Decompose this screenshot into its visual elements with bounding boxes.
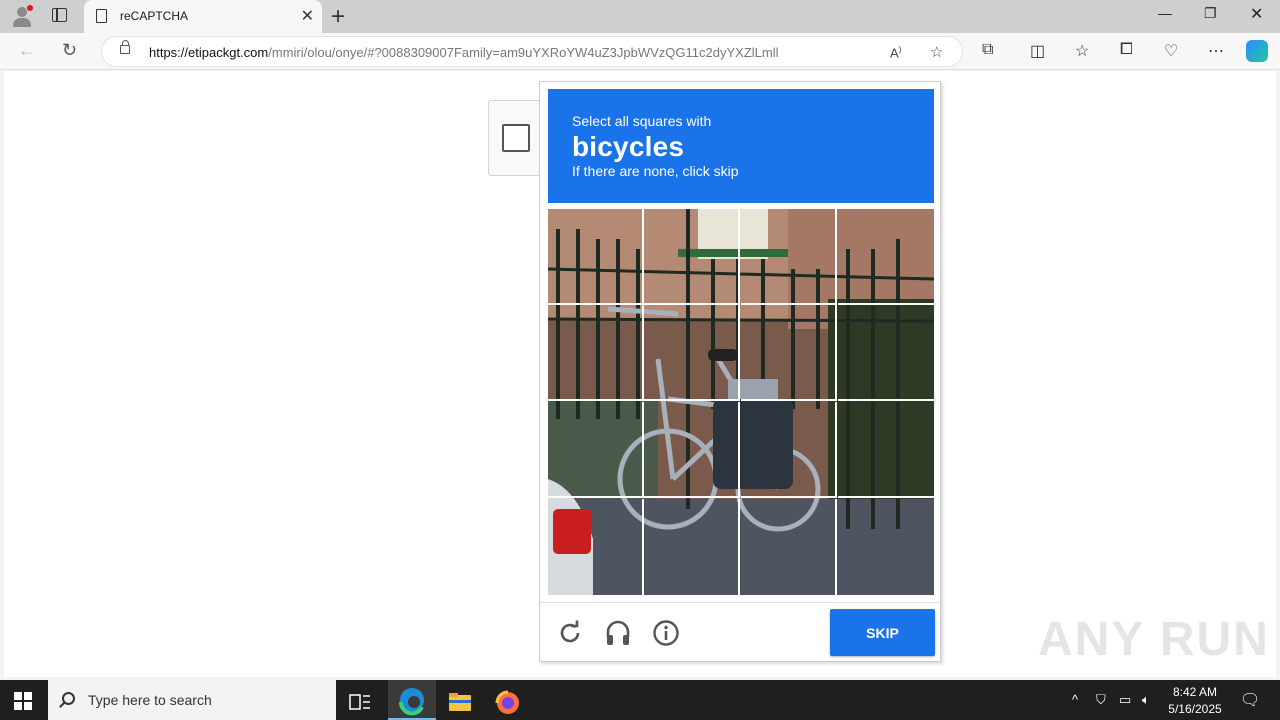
- captcha-challenge: Select all squares with bicycles If ther…: [539, 81, 941, 662]
- grid-tile[interactable]: [741, 305, 837, 401]
- close-tab-icon[interactable]: ✕: [301, 6, 314, 26]
- collections-icon[interactable]: ⧠: [1120, 41, 1133, 59]
- skip-hint: If there are none, click skip: [572, 163, 739, 179]
- recaptcha-anchor: [488, 100, 542, 176]
- refresh-icon[interactable]: ↻: [62, 40, 77, 61]
- notifications-icon[interactable]: 🗨︎: [1240, 690, 1260, 710]
- url-text: https://etipackgt.com/mmiri/olou/onye/#?…: [149, 45, 779, 60]
- favorites-icon[interactable]: ☆: [1075, 41, 1089, 61]
- instruction-text: Select all squares with: [572, 113, 712, 129]
- favorite-star-icon[interactable]: ☆: [930, 43, 943, 61]
- browser-tab[interactable]: reCAPTCHA ✕: [84, 0, 322, 33]
- copilot-icon[interactable]: [1246, 40, 1268, 62]
- tab-title: reCAPTCHA: [120, 9, 189, 23]
- grid-tile[interactable]: [644, 402, 740, 498]
- skip-button[interactable]: SKIP: [830, 609, 935, 656]
- clock-date: 5/16/2025: [1168, 702, 1222, 716]
- page-icon: [96, 9, 107, 23]
- tray-overflow-icon[interactable]: ^: [1072, 692, 1078, 707]
- firefox-icon[interactable]: [488, 686, 528, 720]
- tab-strip: reCAPTCHA ✕ + — ❐ ✕: [0, 0, 1280, 33]
- security-tray-icon[interactable]: ⛉: [1096, 692, 1106, 708]
- edge-taskbar-icon[interactable]: [388, 680, 436, 720]
- taskbar: Type here to search ^ ⛉ ▭ 🔈︎ 8:42 AM 5/1…: [0, 680, 1280, 720]
- grid-tile[interactable]: [644, 305, 740, 401]
- info-icon[interactable]: [652, 619, 680, 647]
- grid-tile[interactable]: [644, 209, 740, 305]
- new-tab-icon[interactable]: +: [331, 3, 345, 31]
- grid-tile[interactable]: [838, 499, 934, 595]
- windows-start-icon[interactable]: [14, 692, 32, 710]
- minimize-icon[interactable]: —: [1158, 5, 1172, 21]
- lock-icon[interactable]: [120, 40, 130, 54]
- footer-divider: [540, 602, 940, 603]
- more-menu-icon[interactable]: ⋯: [1208, 41, 1224, 61]
- clock-time: 8:42 AM: [1172, 685, 1218, 699]
- taskbar-search[interactable]: Type here to search: [48, 680, 336, 720]
- close-window-icon[interactable]: ✕: [1250, 4, 1263, 24]
- grid-tile[interactable]: [741, 499, 837, 595]
- profile-icon[interactable]: [10, 4, 34, 28]
- system-clock[interactable]: 8:42 AM 5/16/2025: [1160, 684, 1230, 718]
- search-placeholder: Type here to search: [88, 692, 212, 708]
- extensions-icon[interactable]: ⧉: [982, 41, 993, 59]
- image-grid: [548, 209, 934, 595]
- back-icon[interactable]: ←: [18, 40, 36, 61]
- restore-icon[interactable]: ❐: [1204, 5, 1217, 22]
- grid-tile[interactable]: [548, 209, 644, 305]
- search-icon: [62, 692, 75, 705]
- address-toolbar: ← ↻ https://etipackgt.com/mmiri/olou/ony…: [0, 33, 1280, 70]
- split-screen-icon[interactable]: ◫: [1030, 41, 1045, 61]
- browser-essentials-icon[interactable]: ♡: [1164, 41, 1178, 61]
- grid-tile[interactable]: [838, 305, 934, 401]
- grid-tile[interactable]: [548, 499, 644, 595]
- grid-tile[interactable]: [644, 499, 740, 595]
- recaptcha-checkbox[interactable]: [502, 124, 530, 152]
- grid-tile[interactable]: [741, 402, 837, 498]
- grid-tile[interactable]: [741, 209, 837, 305]
- read-aloud-icon[interactable]: A): [890, 45, 901, 60]
- audio-headphones-icon[interactable]: [604, 619, 632, 647]
- task-view-icon[interactable]: [340, 686, 380, 720]
- volume-icon[interactable]: 🔈︎: [1142, 692, 1150, 708]
- reload-icon[interactable]: [556, 619, 584, 647]
- file-explorer-icon[interactable]: [440, 686, 480, 720]
- challenge-header: Select all squares with bicycles If ther…: [548, 89, 934, 203]
- anyrun-watermark: ANY RUN: [1038, 613, 1270, 666]
- address-bar[interactable]: https://etipackgt.com/mmiri/olou/onye/#?…: [101, 36, 963, 67]
- grid-tile[interactable]: [548, 305, 644, 401]
- tab-actions-icon[interactable]: [52, 8, 67, 22]
- network-icon[interactable]: ▭: [1119, 692, 1131, 708]
- grid-tile[interactable]: [838, 402, 934, 498]
- grid-tile[interactable]: [548, 402, 644, 498]
- grid-tile[interactable]: [838, 209, 934, 305]
- target-object: bicycles: [572, 131, 685, 162]
